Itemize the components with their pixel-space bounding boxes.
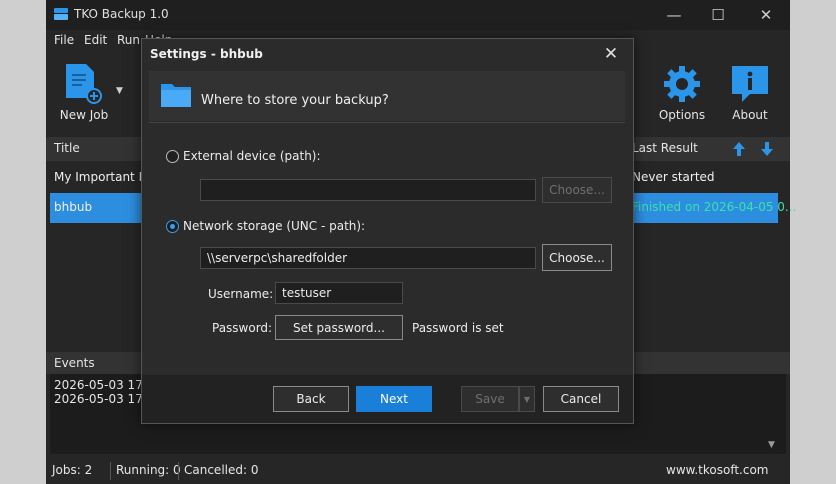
- job-last-result: Never started: [632, 170, 715, 184]
- menu-file[interactable]: File: [54, 33, 74, 47]
- status-jobs: Jobs: 2: [52, 463, 93, 477]
- dialog-header: Where to store your backup?: [149, 71, 625, 121]
- network-choose-button[interactable]: Choose...: [542, 244, 612, 271]
- external-device-label: External device (path):: [183, 149, 321, 163]
- username-label: Username:: [208, 287, 274, 301]
- external-path-field[interactable]: [200, 179, 536, 201]
- scroll-down-arrow-icon[interactable]: ▼: [768, 440, 775, 450]
- event-entry: 2026-05-03 17:3: [54, 392, 155, 406]
- column-title[interactable]: Title: [54, 141, 80, 155]
- events-label: Events: [54, 356, 95, 370]
- website-link[interactable]: www.tkosoft.com: [666, 463, 768, 477]
- back-button[interactable]: Back: [273, 386, 349, 412]
- external-device-radio[interactable]: [166, 150, 179, 163]
- gear-icon: [664, 66, 700, 102]
- menu-edit[interactable]: Edit: [84, 33, 107, 47]
- about-button[interactable]: About: [722, 62, 778, 124]
- options-label: Options: [658, 108, 706, 122]
- new-job-dropdown-icon[interactable]: ▼: [116, 86, 126, 96]
- dialog-title: Settings - bhbub: [150, 47, 263, 61]
- network-path-field[interactable]: \\serverpc\sharedfolder: [200, 247, 536, 269]
- cancel-button[interactable]: Cancel: [543, 386, 619, 412]
- window-title: TKO Backup 1.0: [74, 7, 169, 21]
- dialog-heading: Where to store your backup?: [201, 93, 389, 108]
- divider: [149, 122, 625, 123]
- maximize-button[interactable]: ☐: [698, 0, 738, 30]
- new-job-label: New Job: [59, 108, 109, 122]
- job-title: bhbub: [54, 200, 93, 214]
- settings-dialog: Settings - bhbub ✕ Where to store your b…: [141, 38, 634, 424]
- menu-run[interactable]: Run: [117, 33, 140, 47]
- external-choose-button[interactable]: Choose...: [542, 177, 612, 203]
- set-password-button[interactable]: Set password...: [275, 315, 403, 340]
- dialog-footer: Back Next Save ▼ Cancel: [142, 375, 633, 423]
- save-dropdown-icon[interactable]: ▼: [519, 386, 535, 412]
- password-label: Password:: [212, 321, 273, 335]
- password-status: Password is set: [412, 321, 504, 335]
- title-bar: TKO Backup 1.0 — ☐ ✕: [46, 0, 790, 30]
- status-running: Running: 0: [116, 463, 181, 477]
- column-last-result[interactable]: Last Result: [632, 141, 698, 155]
- status-bar: Jobs: 2 Running: 0 Cancelled: 0 www.tkos…: [46, 458, 790, 484]
- info-icon: [732, 66, 768, 102]
- dialog-title-bar: Settings - bhbub ✕: [142, 39, 633, 69]
- minimize-button[interactable]: —: [654, 0, 694, 30]
- username-field[interactable]: testuser: [275, 282, 403, 304]
- dialog-close-button[interactable]: ✕: [594, 41, 628, 67]
- desktop-background-left: [0, 0, 46, 484]
- desktop-background-right: [790, 0, 836, 484]
- about-label: About: [732, 108, 768, 122]
- status-cancelled: Cancelled: 0: [184, 463, 259, 477]
- status-divider: [178, 462, 179, 480]
- folder-icon: [161, 84, 191, 107]
- move-up-icon[interactable]: [732, 141, 746, 157]
- new-document-icon: [66, 64, 102, 104]
- move-down-icon[interactable]: [760, 141, 774, 157]
- options-button[interactable]: Options: [650, 62, 714, 124]
- job-last-result: Finished on 2026-04-05 0...: [632, 200, 797, 214]
- save-button[interactable]: Save: [461, 386, 519, 412]
- next-button[interactable]: Next: [356, 386, 432, 412]
- network-storage-radio[interactable]: [166, 220, 179, 233]
- new-job-button[interactable]: New Job: [54, 62, 114, 124]
- status-divider: [110, 462, 111, 480]
- network-storage-label: Network storage (UNC - path):: [183, 219, 366, 233]
- close-window-button[interactable]: ✕: [746, 0, 786, 30]
- app-logo-icon: [54, 8, 68, 20]
